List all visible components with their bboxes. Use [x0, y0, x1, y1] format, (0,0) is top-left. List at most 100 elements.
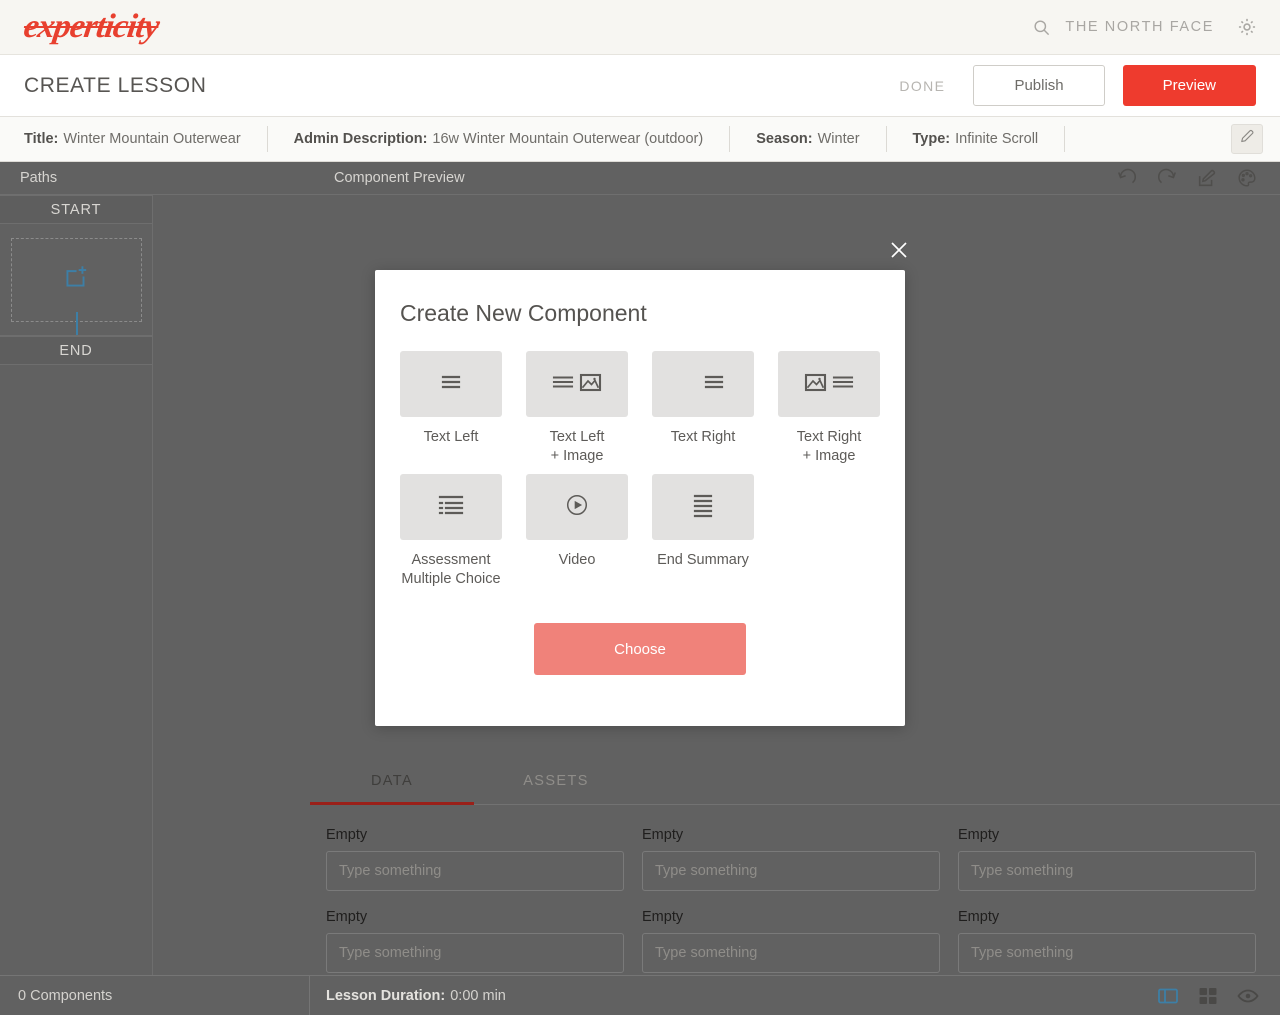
tab-assets[interactable]: ASSETS [474, 757, 638, 804]
path-node-end[interactable]: END [0, 336, 153, 365]
meta-title: Title: Winter Mountain Outerwear [24, 126, 268, 152]
tile-icon-box [400, 474, 502, 540]
view-mode-icons [1156, 984, 1280, 1008]
component-preview-header: Component Preview [310, 162, 1280, 195]
modal-title: Create New Component [400, 300, 647, 326]
search-area[interactable]: THE NORTH FACE [1032, 18, 1214, 37]
text-lines-left-icon [431, 370, 471, 399]
tile-icon-box [652, 474, 754, 540]
field-input-6[interactable] [958, 933, 1256, 973]
tile-label: Text Left + Image [549, 429, 605, 464]
create-component-modal: Create New Component Text Left Text Left… [375, 270, 905, 726]
panel-layout-icon[interactable] [1156, 984, 1180, 1008]
paths-panel: Paths START END [0, 162, 310, 998]
tile-label: Video [558, 552, 596, 568]
brand-bar-right: THE NORTH FACE [1032, 16, 1258, 38]
meta-season-value: Winter [817, 131, 860, 147]
components-count: 0 Components [0, 975, 310, 1015]
modal-close-button[interactable] [886, 237, 912, 263]
field-label-2: Empty [642, 827, 684, 843]
bullet-list-icon [431, 492, 471, 523]
paths-empty-area [0, 365, 153, 978]
meta-season: Season: Winter [756, 126, 887, 152]
field-group-3: Empty [958, 827, 1256, 891]
tile-label: Assessment Multiple Choice [401, 552, 501, 587]
data-fields-grid: Empty Empty Empty Empty Empty [310, 805, 1280, 973]
paths-header: Paths [0, 162, 310, 195]
lesson-duration-value: 0:00 min [450, 987, 506, 1004]
field-input-2[interactable] [642, 851, 940, 891]
text-lines-right-icon [676, 370, 730, 399]
lesson-duration: Lesson Duration: 0:00 min [310, 988, 1156, 1004]
meta-admin-description-value: 16w Winter Mountain Outerwear (outdoor) [432, 131, 704, 147]
palette-icon[interactable] [1236, 167, 1258, 189]
tab-data[interactable]: DATA [310, 757, 474, 805]
lesson-header-bar: CREATE LESSON DONE Publish Preview [0, 55, 1280, 117]
tile-icon-box [652, 351, 754, 417]
grid-layout-icon[interactable] [1196, 984, 1220, 1008]
field-input-5[interactable] [642, 933, 940, 973]
field-input-1[interactable] [326, 851, 624, 891]
meta-admin-description: Admin Description: 16w Winter Mountain O… [294, 126, 731, 152]
paths-body: START END [0, 195, 310, 978]
field-group-6: Empty [958, 909, 1256, 973]
meta-type-value: Infinite Scroll [955, 131, 1039, 147]
eye-icon[interactable] [1236, 984, 1260, 1008]
component-tile-text-right-image[interactable]: Text Right + Image [778, 351, 880, 466]
experticity-logo[interactable]: experticity [21, 8, 161, 46]
text-lines-plus-image-icon [550, 370, 604, 399]
meta-title-value: Winter Mountain Outerwear [63, 131, 241, 147]
component-tile-text-left[interactable]: Text Left [400, 351, 502, 466]
brand-bar: experticity THE NORTH FACE [0, 0, 1280, 55]
tile-label: Text Right [670, 429, 736, 445]
app-root: experticity THE NORTH FACE CREATE LESSON [0, 0, 1280, 1015]
tile-label: Text Right + Image [796, 429, 862, 464]
component-type-grid: Text Left Text Left + Image Text Right T… [399, 351, 881, 589]
page-title: CREATE LESSON [24, 73, 207, 97]
field-label-3: Empty [958, 827, 1000, 843]
add-component-icon [61, 262, 91, 297]
gear-icon[interactable] [1236, 16, 1258, 38]
component-preview-toolbar [1116, 167, 1258, 189]
play-circle-icon [564, 492, 590, 523]
component-tile-assessment[interactable]: Assessment Multiple Choice [400, 474, 502, 589]
add-component-button[interactable] [10, 237, 142, 322]
tile-icon-box [400, 351, 502, 417]
choose-button[interactable]: Choose [534, 623, 746, 675]
publish-button[interactable]: Publish [973, 65, 1105, 106]
meta-admin-description-label: Admin Description: [293, 131, 428, 147]
field-label-4: Empty [326, 909, 368, 925]
edit-icon[interactable] [1196, 167, 1218, 189]
meta-type: Type: Infinite Scroll [913, 126, 1066, 152]
component-tile-text-right[interactable]: Text Right [652, 351, 754, 466]
tile-icon-box [526, 351, 628, 417]
pencil-icon [1239, 128, 1256, 150]
done-button[interactable]: DONE [889, 70, 955, 102]
meta-edit-button[interactable] [1231, 124, 1263, 154]
choose-button-row: Choose [399, 623, 881, 675]
field-group-5: Empty [642, 909, 940, 973]
image-plus-text-lines-icon [802, 370, 856, 399]
path-node-start[interactable]: START [0, 195, 153, 224]
field-input-3[interactable] [958, 851, 1256, 891]
tile-icon-box [526, 474, 628, 540]
text-lines-dense-icon [683, 492, 723, 523]
status-bar: 0 Components Lesson Duration: 0:00 min [0, 975, 1280, 1015]
redo-icon[interactable] [1156, 167, 1178, 189]
undo-icon[interactable] [1116, 167, 1138, 189]
component-tile-end-summary[interactable]: End Summary [652, 474, 754, 589]
editor-tabs: DATA ASSETS [310, 757, 1280, 805]
account-name: THE NORTH FACE [1065, 19, 1214, 35]
search-icon[interactable] [1032, 18, 1051, 37]
field-input-4[interactable] [326, 933, 624, 973]
field-group-1: Empty [326, 827, 624, 891]
field-group-4: Empty [326, 909, 624, 973]
path-connector [76, 312, 78, 335]
component-preview-title: Component Preview [334, 170, 465, 186]
field-group-2: Empty [642, 827, 940, 891]
component-tile-video[interactable]: Video [526, 474, 628, 589]
lesson-duration-label: Lesson Duration: [326, 987, 446, 1004]
preview-button[interactable]: Preview [1122, 65, 1256, 106]
field-label-6: Empty [958, 909, 1000, 925]
component-tile-text-left-image[interactable]: Text Left + Image [526, 351, 628, 466]
